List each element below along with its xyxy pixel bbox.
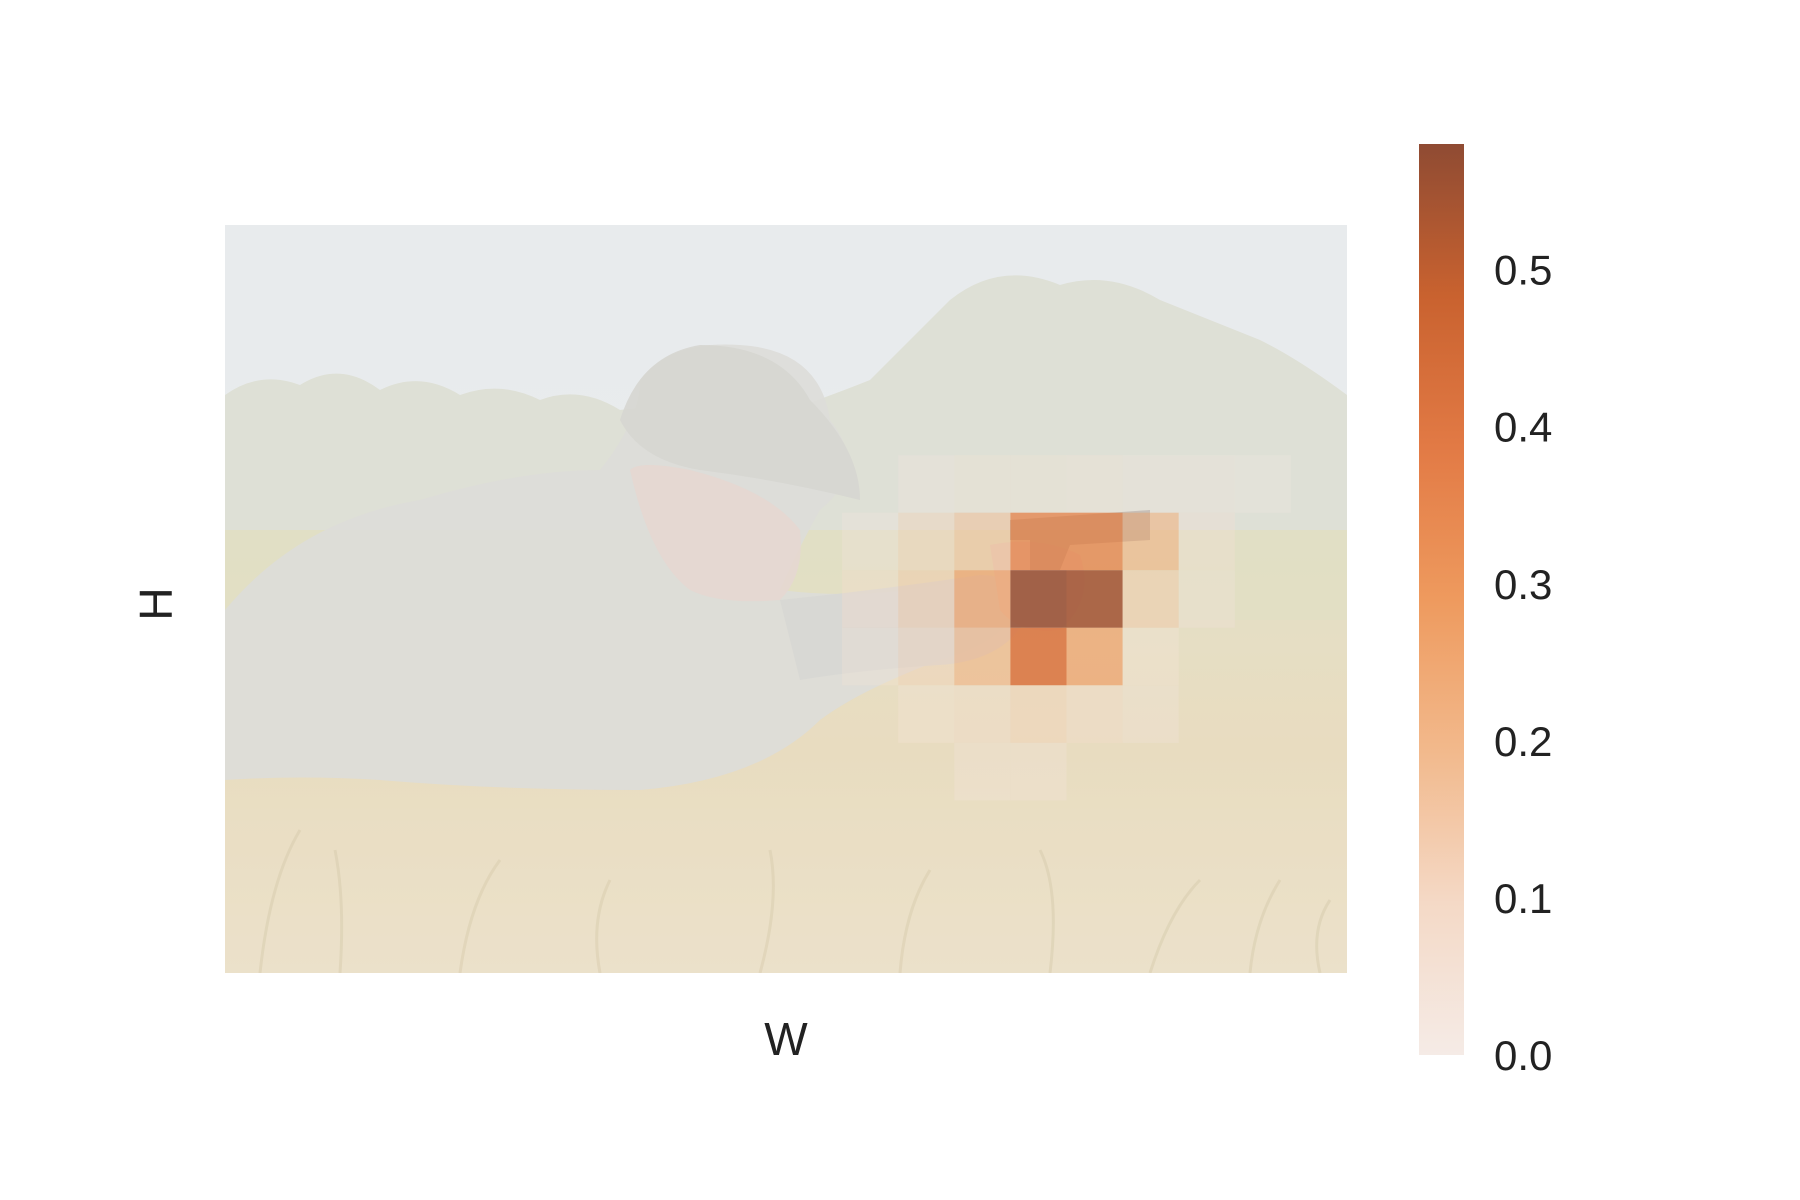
heatmap-cell-7-16 <box>1122 627 1179 686</box>
heatmap-cell-8-13 <box>954 685 1011 743</box>
colorbar-tick-label: 0.5 <box>1494 247 1552 294</box>
x-axis-label: W <box>764 1013 808 1065</box>
colorbar-tick-label: 0.2 <box>1494 718 1552 765</box>
colorbar-ticks: 0.0 0.1 0.2 0.3 0.4 0.5 <box>1494 247 1552 1079</box>
heatmap-cell-8-14 <box>1010 685 1067 743</box>
colorbar: 0.0 0.1 0.2 0.3 0.4 0.5 <box>1419 144 1552 1079</box>
heatmap-cell-6-12 <box>898 570 955 628</box>
heatmap-cell-5-14 <box>1010 512 1067 571</box>
heatmap-cell-5-12 <box>898 512 955 571</box>
heatmap-cell-7-11 <box>842 627 899 686</box>
colorbar-tick-label: 0.3 <box>1494 561 1552 608</box>
heatmap-cell-8-16 <box>1122 685 1179 743</box>
heatmap-cell-8-12 <box>898 685 955 743</box>
heatmap-cell-6-16 <box>1122 570 1179 628</box>
heatmap-cell-4-14 <box>1010 455 1067 513</box>
colorbar-tick-label: 0.0 <box>1494 1032 1552 1079</box>
heatmap-cell-4-15 <box>1066 455 1123 513</box>
heatmap-cell-6-17 <box>1178 570 1235 628</box>
heatmap-chart: W H 0.0 0.1 0.2 0.3 0.4 0.5 <box>0 0 1800 1200</box>
heatmap-cell-5-11 <box>842 512 899 571</box>
colorbar-tick-label: 0.4 <box>1494 404 1552 451</box>
heatmap-cell-4-16 <box>1122 455 1179 513</box>
heatmap-cell-8-15 <box>1066 685 1123 743</box>
heatmap-cell-4-18 <box>1234 455 1291 513</box>
heatmap-cell-4-12 <box>898 455 955 513</box>
heatmap-cell-7-12 <box>898 627 955 686</box>
colorbar-tick-label: 0.1 <box>1494 875 1552 922</box>
heatmap-cell-6-11 <box>842 570 899 628</box>
heatmap-cell-6-14 <box>1010 570 1067 628</box>
heatmap-cell-7-14 <box>1010 627 1067 686</box>
heatmap-cell-7-13 <box>954 627 1011 686</box>
y-axis-label: H <box>130 587 182 620</box>
heatmap-cell-6-13 <box>954 570 1011 628</box>
heatmap-cell-4-13 <box>954 455 1011 513</box>
heatmap-cell-6-15 <box>1066 570 1123 628</box>
heatmap-cell-4-17 <box>1178 455 1235 513</box>
heatmap-cell-5-16 <box>1122 512 1179 571</box>
heatmap-cell-9-13 <box>954 742 1011 801</box>
heatmap-cell-5-13 <box>954 512 1011 571</box>
chart-svg: W H 0.0 0.1 0.2 0.3 0.4 0.5 <box>130 144 1552 1079</box>
heatmap-cell-5-15 <box>1066 512 1123 571</box>
colorbar-bar <box>1419 144 1464 1055</box>
heatmap-cell-9-14 <box>1010 742 1067 801</box>
heatmap-cell-7-15 <box>1066 627 1123 686</box>
heatmap-cell-5-17 <box>1178 512 1235 571</box>
